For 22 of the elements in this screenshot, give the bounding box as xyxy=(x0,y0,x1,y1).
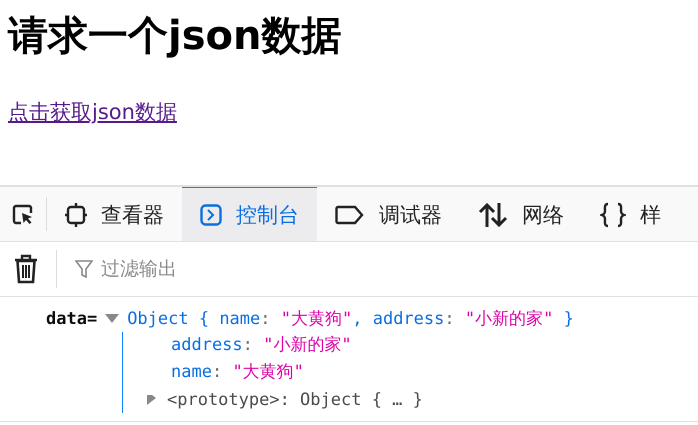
tag-icon xyxy=(335,204,365,224)
disclosure-triangle-icon[interactable] xyxy=(105,314,120,324)
trash-icon[interactable] xyxy=(14,254,38,284)
page-heading: 请求一个json数据 xyxy=(8,12,342,60)
log-label: data= xyxy=(46,308,98,328)
filter-icon xyxy=(75,259,93,279)
fetch-link[interactable]: 点击获取json数据 xyxy=(8,98,177,126)
devtools-tab[interactable]: 控制台 xyxy=(182,187,317,241)
object-property: name: "大黄狗" xyxy=(170,361,305,384)
element-picker-icon xyxy=(12,204,34,226)
object-property: address: "小新的家" xyxy=(170,334,353,357)
up-down-arrows-icon xyxy=(478,202,508,228)
filter-field[interactable]: 过滤输出 xyxy=(99,257,303,281)
devtools-tab[interactable]: 网络 xyxy=(460,187,582,241)
console-icon xyxy=(200,204,222,226)
devtools-tab[interactable]: 调试器 xyxy=(317,187,460,241)
devtools-tab[interactable]: 样 xyxy=(582,187,679,241)
braces-icon xyxy=(600,202,626,228)
devtools-tab[interactable]: 查看器 xyxy=(47,187,182,241)
object-summary: Object { name: "大黄狗", address: "小新的家" } xyxy=(127,308,574,330)
prototype-entry: <prototype>: Object { … } xyxy=(167,390,423,410)
crosshair-box-icon xyxy=(65,202,87,226)
